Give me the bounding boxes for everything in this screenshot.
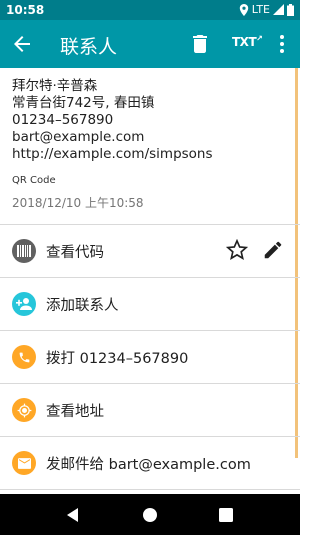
location-icon [12,398,36,422]
status-time: 10:58 [6,3,45,17]
view-address-row[interactable]: 查看地址 [0,384,300,436]
battery-icon [287,3,294,16]
nav-back-icon[interactable] [64,506,82,524]
contact-email: bart@example.com [12,129,145,145]
send-email-label: 发邮件给 bart@example.com [46,457,251,473]
back-arrow-icon[interactable] [10,32,34,56]
divider [0,489,300,490]
signal-icon [273,4,284,15]
nav-home-icon[interactable] [141,506,159,524]
contact-url: http://example.com/simpsons [12,146,213,162]
contact-address: 常青台街742号, 春田镇 [12,95,155,111]
app-bar: 联系人 TXT↗ [0,20,300,68]
send-email-row[interactable]: 发邮件给 bart@example.com [0,437,300,489]
contact-text: 拜尔特·辛普森 常青台街742号, 春田镇 01234–567890 bart@… [12,78,213,163]
view-address-label: 查看地址 [46,404,104,420]
barcode-format: QR Code [12,175,56,186]
scan-timestamp: 2018/12/10 上午10:58 [12,196,144,210]
result-content: 拜尔特·辛普森 常青台街742号, 春田镇 01234–567890 bart@… [0,68,300,494]
export-txt-button[interactable]: TXT↗ [232,34,263,49]
email-icon [12,451,36,475]
status-icons: LTE [239,3,294,16]
location-status-icon [239,3,248,16]
status-bar: 10:58 LTE [0,0,300,20]
add-contact-row[interactable]: 添加联系人 [0,278,300,330]
call-label: 拨打 01234–567890 [46,351,189,367]
edit-icon[interactable] [262,239,284,261]
network-type-label: LTE [251,3,270,16]
contact-name: 拜尔特·辛普森 [12,78,98,94]
add-contact-label: 添加联系人 [46,298,119,314]
call-row[interactable]: 拨打 01234–567890 [0,331,300,383]
star-icon[interactable] [226,239,248,261]
phone-icon [12,345,36,369]
nav-recents-icon[interactable] [217,506,235,524]
view-code-row[interactable]: 查看代码 [0,225,300,277]
page-title: 联系人 [60,36,118,58]
contact-phone: 01234–567890 [12,112,114,128]
export-txt-label: TXT [232,35,257,49]
export-arrow-icon: ↗ [256,34,263,43]
barcode-icon [12,239,36,263]
add-person-icon [12,292,36,316]
delete-icon[interactable] [188,32,212,56]
more-options-icon[interactable] [270,32,294,56]
navigation-bar [0,494,300,535]
view-code-label: 查看代码 [46,245,104,261]
